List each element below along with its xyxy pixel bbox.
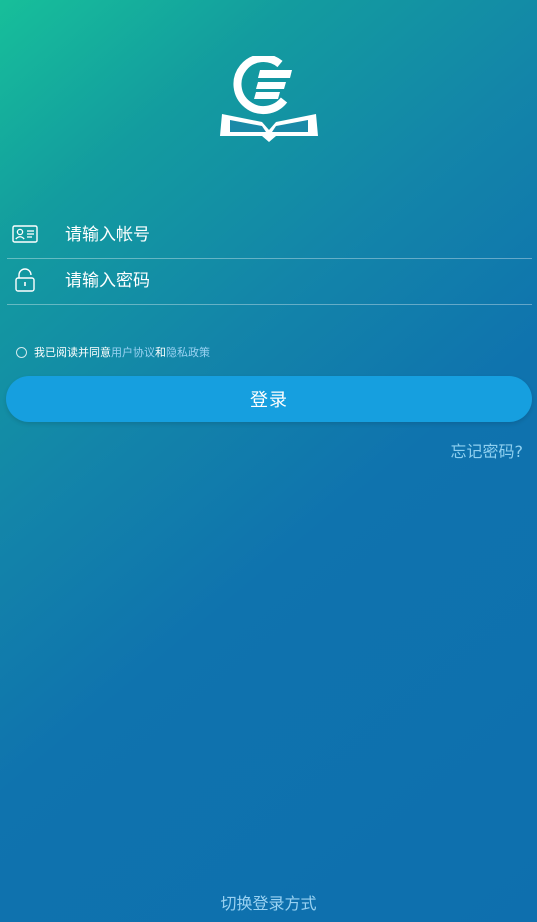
account-field[interactable] (7, 212, 532, 259)
forgot-password-link[interactable]: 忘记密码? (451, 438, 524, 462)
switch-login-method-link[interactable]: 切换登录方式 (0, 890, 537, 914)
account-input[interactable] (65, 218, 505, 252)
agreement-row: 我已阅读并同意 用户协议 和 隐私政策 (16, 344, 210, 360)
agreement-prefix: 我已阅读并同意 (34, 346, 111, 359)
user-agreement-link[interactable]: 用户协议 (111, 344, 155, 360)
id-card-icon (12, 225, 38, 243)
privacy-policy-link[interactable]: 隐私政策 (166, 344, 210, 360)
login-button[interactable]: 登录 (6, 376, 532, 422)
book-logo-icon (220, 56, 318, 142)
password-input[interactable] (65, 264, 505, 298)
agreement-radio[interactable] (16, 346, 27, 358)
agreement-and: 和 (155, 346, 166, 359)
lock-icon (15, 268, 35, 292)
password-field[interactable] (7, 258, 532, 305)
